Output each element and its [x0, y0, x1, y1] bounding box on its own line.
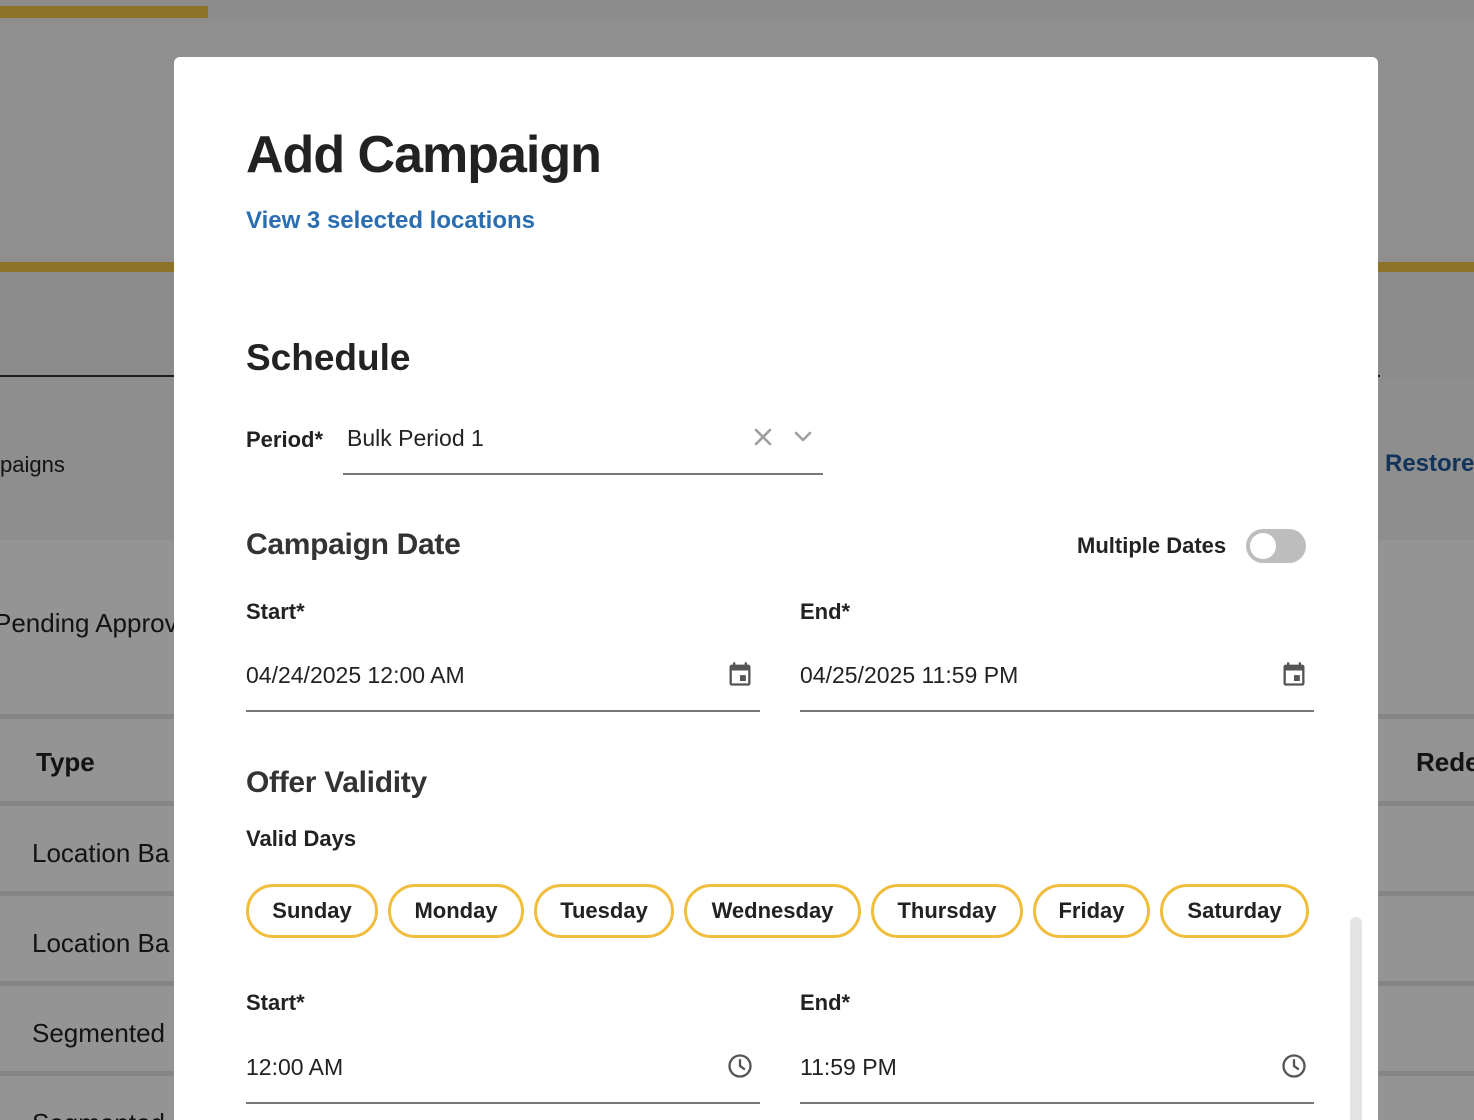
- period-select[interactable]: Bulk Period 1: [343, 409, 823, 475]
- offer-end-label: End*: [800, 990, 851, 1015]
- day-chip-friday[interactable]: Friday: [1033, 884, 1150, 938]
- offer-start-value: 12:00 AM: [246, 1054, 344, 1080]
- campaign-start-value: 04/24/2025 12:00 AM: [246, 662, 465, 688]
- offer-start-time-input[interactable]: 12:00 AM: [246, 1036, 760, 1104]
- schedule-section-title: Schedule: [246, 337, 411, 378]
- valid-days-chip-group: Sunday Monday Tuesday Wednesday Thursday…: [246, 884, 1309, 938]
- clock-icon[interactable]: [1280, 1052, 1308, 1080]
- modal-scrollbar-thumb[interactable]: [1350, 917, 1362, 1120]
- day-chip-wednesday[interactable]: Wednesday: [684, 884, 861, 938]
- add-campaign-modal: Add Campaign View 3 selected locations S…: [174, 57, 1378, 1120]
- chevron-down-icon[interactable]: [789, 423, 817, 451]
- offer-start-label: Start*: [246, 990, 305, 1015]
- campaign-date-title: Campaign Date: [246, 528, 461, 561]
- multiple-dates-toggle[interactable]: [1246, 529, 1306, 563]
- day-chip-sunday[interactable]: Sunday: [246, 884, 378, 938]
- toggle-knob: [1250, 533, 1276, 559]
- day-chip-thursday[interactable]: Thursday: [871, 884, 1023, 938]
- campaign-end-value: 04/25/2025 11:59 PM: [800, 662, 1019, 688]
- day-chip-monday[interactable]: Monday: [388, 884, 524, 938]
- campaign-start-label: Start*: [246, 599, 305, 624]
- campaign-end-label: End*: [800, 599, 851, 624]
- period-selected-value: Bulk Period 1: [347, 425, 484, 451]
- offer-end-value: 11:59 PM: [800, 1054, 897, 1080]
- view-selected-locations-link[interactable]: View 3 selected locations: [246, 207, 535, 235]
- multiple-dates-label: Multiple Dates: [1077, 533, 1227, 558]
- campaign-end-datetime-input[interactable]: 04/25/2025 11:59 PM: [800, 644, 1314, 712]
- campaign-start-datetime-input[interactable]: 04/24/2025 12:00 AM: [246, 644, 760, 712]
- valid-days-label: Valid Days: [246, 826, 357, 851]
- period-label: Period*: [246, 427, 324, 452]
- offer-validity-title: Offer Validity: [246, 766, 427, 799]
- day-chip-tuesday[interactable]: Tuesday: [534, 884, 674, 938]
- calendar-icon[interactable]: [726, 660, 754, 688]
- day-chip-saturday[interactable]: Saturday: [1160, 884, 1309, 938]
- clock-icon[interactable]: [726, 1052, 754, 1080]
- close-icon[interactable]: [749, 423, 777, 451]
- offer-end-time-input[interactable]: 11:59 PM: [800, 1036, 1314, 1104]
- calendar-icon[interactable]: [1280, 660, 1308, 688]
- modal-title: Add Campaign: [246, 126, 602, 184]
